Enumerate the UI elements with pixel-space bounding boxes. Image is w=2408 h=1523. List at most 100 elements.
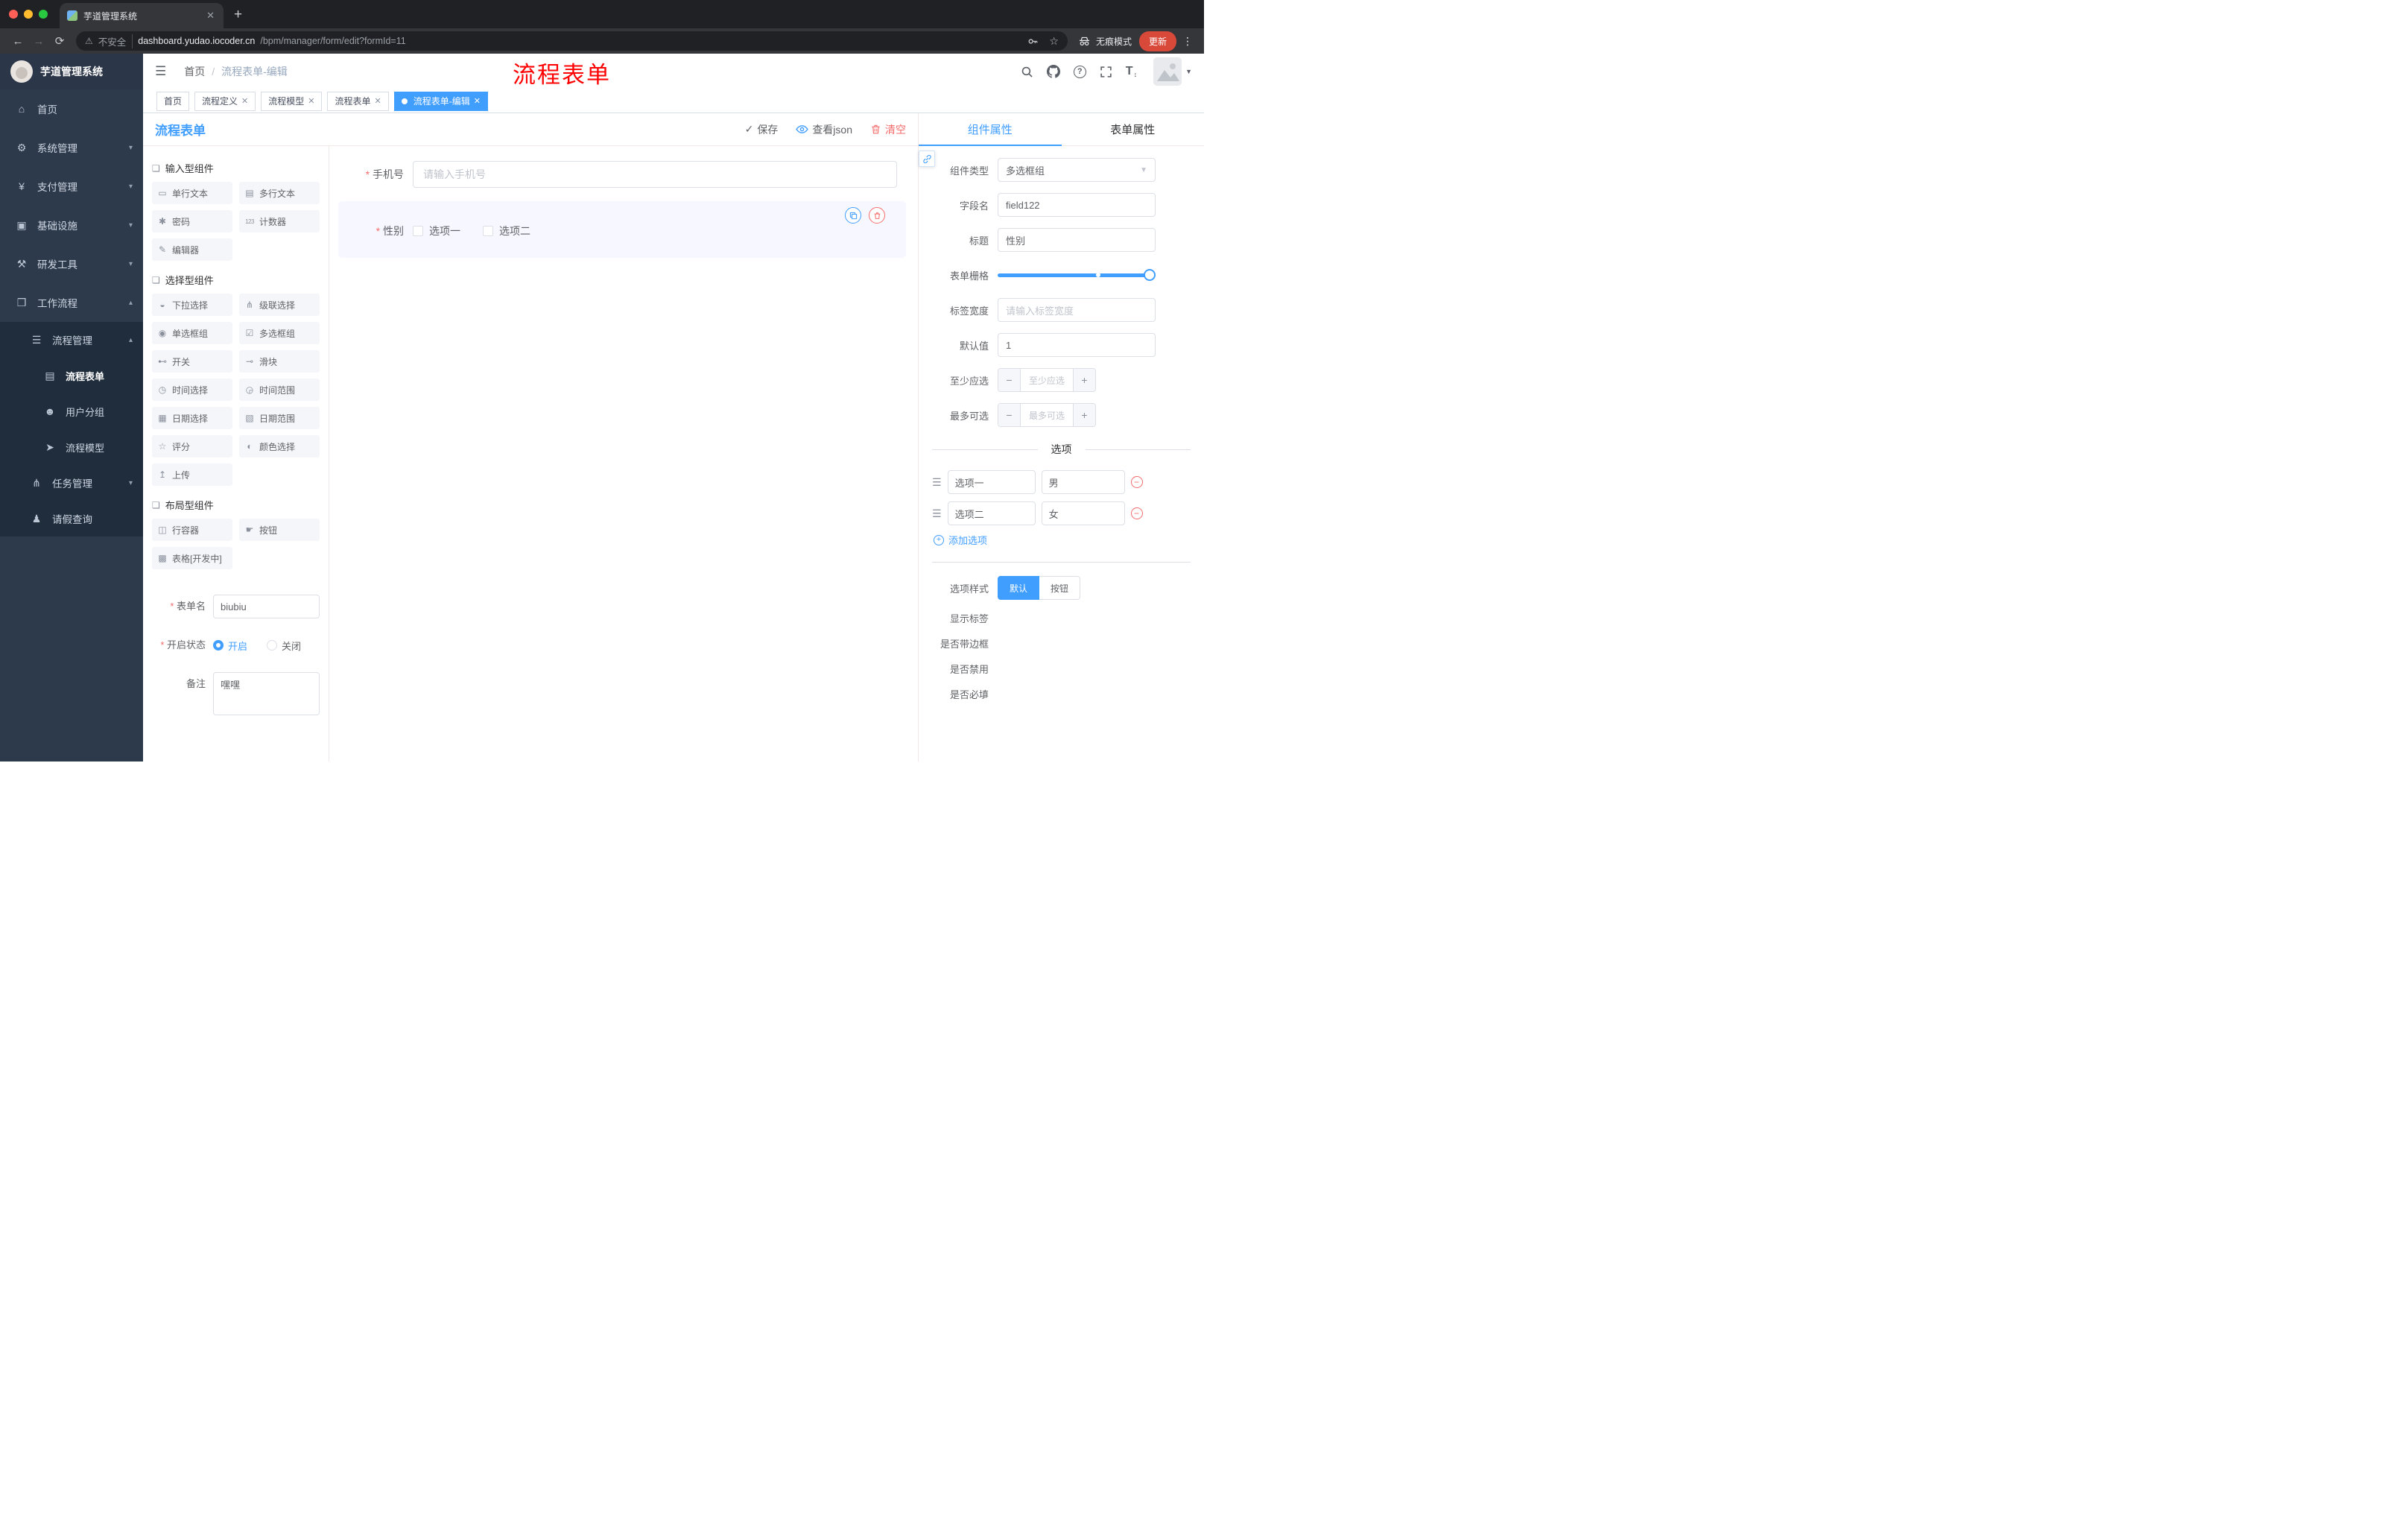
sidebar-item-process-management[interactable]: ☰ 流程管理 ▴ <box>0 322 143 358</box>
close-window-button[interactable] <box>9 10 18 19</box>
reload-icon[interactable]: ⟳ <box>49 34 70 48</box>
palette-item-time-picker[interactable]: ◷ 时间选择 <box>152 379 232 401</box>
minus-button[interactable]: − <box>998 404 1021 426</box>
clear-button[interactable]: 清空 <box>870 122 906 137</box>
tag-process-definition[interactable]: 流程定义 ✕ <box>194 91 256 111</box>
checkbox-icon[interactable] <box>413 226 423 236</box>
address-bar[interactable]: ⚠ 不安全 dashboard.yudao.iocoder.cn /bpm/ma… <box>76 31 1068 51</box>
max-select-stepper[interactable]: − 最多可选 + <box>998 403 1096 427</box>
min-select-stepper[interactable]: − 至少应选 + <box>998 368 1096 392</box>
title-input[interactable]: 性别 <box>998 228 1156 252</box>
palette-item-select[interactable]: ◒ 下拉选择 <box>152 294 232 316</box>
sidebar-item-user-group[interactable]: ☻ 用户分组 <box>0 393 143 429</box>
sidebar-item-home[interactable]: ⌂ 首页 <box>0 89 143 128</box>
sidebar-item-task-management[interactable]: ⋔ 任务管理 ▾ <box>0 465 143 501</box>
github-icon[interactable] <box>1046 65 1060 78</box>
palette-item-switch[interactable]: ⊷ 开关 <box>152 350 232 373</box>
tab-close-icon[interactable]: ✕ <box>205 10 216 22</box>
min-select-value[interactable]: 至少应选 <box>1021 369 1073 391</box>
field-name-input[interactable]: field122 <box>998 193 1156 217</box>
canvas-field-phone[interactable]: 手机号 请输入手机号 <box>338 161 907 188</box>
fullscreen-icon[interactable] <box>1100 66 1112 78</box>
link-icon[interactable] <box>919 151 935 167</box>
form-remark-textarea[interactable]: 嘿嘿 <box>213 672 320 715</box>
tag-process-form-edit[interactable]: 流程表单-编辑 ✕ <box>393 91 488 111</box>
breadcrumb-root[interactable]: 首页 <box>184 64 205 79</box>
option-style-button-button[interactable]: 按钮 <box>1039 576 1081 600</box>
default-value-input[interactable]: 1 <box>998 333 1156 357</box>
forward-icon[interactable]: → <box>28 35 49 48</box>
key-icon[interactable] <box>1027 36 1039 47</box>
palette-item-radio-group[interactable]: ◉ 单选框组 <box>152 322 232 344</box>
remove-option-icon[interactable]: − <box>1130 507 1143 519</box>
tab-form-props[interactable]: 表单属性 <box>1062 113 1205 145</box>
form-canvas[interactable]: 手机号 请输入手机号 <box>329 146 918 762</box>
label-width-input[interactable]: 请输入标签宽度 <box>998 298 1156 322</box>
tag-process-form[interactable]: 流程表单 ✕ <box>327 91 389 111</box>
remove-option-icon[interactable]: − <box>1130 476 1143 488</box>
palette-item-cascader[interactable]: ⋔ 级联选择 <box>239 294 320 316</box>
palette-item-password[interactable]: ✱ 密码 <box>152 210 232 232</box>
palette-item-button[interactable]: ☛ 按钮 <box>239 519 320 541</box>
palette-item-multi-line-text[interactable]: ▤ 多行文本 <box>239 182 320 204</box>
tab-component-props[interactable]: 组件属性 <box>919 113 1062 146</box>
option-1-label-input[interactable]: 选项一 <box>947 470 1036 494</box>
tag-process-model[interactable]: 流程模型 ✕ <box>261 91 323 111</box>
gender-option-1[interactable]: 选项一 <box>413 224 460 238</box>
palette-item-date-range[interactable]: ▧ 日期范围 <box>239 407 320 429</box>
palette-item-counter[interactable]: 123 计数器 <box>239 210 320 232</box>
browser-menu-icon[interactable]: ⋮ <box>1182 35 1194 48</box>
palette-item-editor[interactable]: ✎ 编辑器 <box>152 238 232 261</box>
back-icon[interactable]: ← <box>7 35 28 48</box>
component-type-select[interactable]: 多选框组 ▼ <box>998 158 1156 182</box>
palette-item-upload[interactable]: ↥ 上传 <box>152 463 232 486</box>
canvas-field-gender-selected[interactable]: 性别 选项一 选项二 <box>338 201 906 258</box>
palette-item-date-picker[interactable]: ▦ 日期选择 <box>152 407 232 429</box>
view-json-button[interactable]: 查看json <box>796 122 852 137</box>
option-style-default-button[interactable]: 默认 <box>998 576 1040 600</box>
sidebar-item-devtools[interactable]: ⚒ 研发工具 ▾ <box>0 244 143 283</box>
close-icon[interactable]: ✕ <box>308 96 314 106</box>
close-icon[interactable]: ✕ <box>474 96 481 106</box>
palette-item-row-container[interactable]: ◫ 行容器 <box>152 519 232 541</box>
option-2-label-input[interactable]: 选项二 <box>947 501 1036 525</box>
status-off-radio[interactable]: 关闭 <box>267 639 301 653</box>
sidebar-logo[interactable]: 芋道管理系统 <box>0 54 143 89</box>
search-icon[interactable] <box>1021 66 1033 78</box>
checkbox-icon[interactable] <box>483 226 493 236</box>
grid-slider[interactable] <box>998 263 1156 287</box>
zoom-window-button[interactable] <box>39 10 48 19</box>
drag-handle-icon[interactable]: ☰ <box>932 507 942 520</box>
sidebar-item-process-form[interactable]: ▤ 流程表单 <box>0 358 143 393</box>
add-option-button[interactable]: + 添加选项 <box>934 533 1191 547</box>
palette-item-single-line-text[interactable]: ▭ 单行文本 <box>152 182 232 204</box>
status-on-radio[interactable]: 开启 <box>213 639 247 653</box>
close-icon[interactable]: ✕ <box>375 96 381 106</box>
slider-handle[interactable] <box>1144 269 1156 281</box>
sidebar-item-process-model[interactable]: ➤ 流程模型 <box>0 429 143 465</box>
max-select-value[interactable]: 最多可选 <box>1021 404 1073 426</box>
copy-component-button[interactable] <box>845 207 861 224</box>
hamburger-icon[interactable]: ☰ <box>155 64 166 79</box>
form-name-input[interactable]: biubiu <box>213 595 320 618</box>
option-1-value-input[interactable]: 男 <box>1041 470 1125 494</box>
security-label[interactable]: 不安全 <box>98 34 133 48</box>
minus-button[interactable]: − <box>998 369 1021 391</box>
palette-item-slider[interactable]: ⊸ 滑块 <box>239 350 320 373</box>
sidebar-item-system[interactable]: ⚙ 系统管理 ▾ <box>0 128 143 167</box>
tag-home[interactable]: 首页 <box>156 91 190 111</box>
bookmark-star-icon[interactable]: ☆ <box>1049 35 1059 48</box>
help-icon[interactable]: ? <box>1073 65 1086 78</box>
minimize-window-button[interactable] <box>24 10 33 19</box>
delete-component-button[interactable] <box>869 207 885 224</box>
user-menu[interactable]: ▼ <box>1153 57 1192 86</box>
palette-item-table[interactable]: ▩ 表格[开发中] <box>152 547 232 569</box>
font-size-icon[interactable]: T ↕ <box>1126 65 1137 78</box>
sidebar-item-payment[interactable]: ¥ 支付管理 ▾ <box>0 167 143 206</box>
palette-item-rate[interactable]: ☆ 评分 <box>152 435 232 457</box>
browser-tab[interactable]: 芋道管理系统 ✕ <box>60 3 224 28</box>
plus-button[interactable]: + <box>1073 369 1095 391</box>
sidebar-item-infrastructure[interactable]: ▣ 基础设施 ▾ <box>0 206 143 244</box>
phone-input[interactable]: 请输入手机号 <box>413 161 897 188</box>
new-tab-button[interactable]: + <box>234 7 242 23</box>
